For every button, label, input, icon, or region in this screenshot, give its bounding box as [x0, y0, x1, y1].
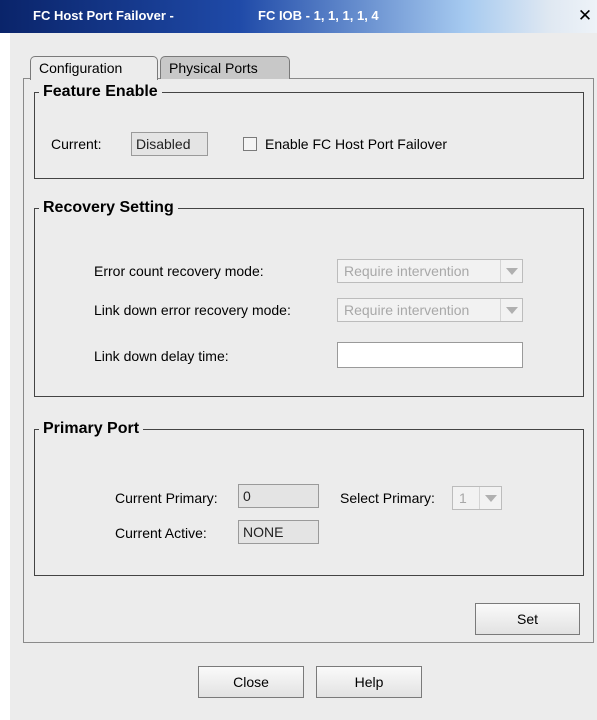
current-label: Current:: [51, 136, 102, 152]
enable-failover-checkbox[interactable]: [243, 137, 257, 151]
error-count-dropdown[interactable]: Require intervention: [337, 259, 523, 283]
current-active-label: Current Active:: [115, 525, 207, 541]
set-button[interactable]: Set: [475, 603, 580, 635]
link-down-mode-dropdown[interactable]: Require intervention: [337, 298, 523, 322]
chevron-down-icon[interactable]: [500, 299, 522, 321]
link-down-mode-label: Link down error recovery mode:: [94, 302, 291, 318]
recovery-setting-legend: Recovery Setting: [43, 199, 174, 216]
feature-enable-group: Feature Enable: [34, 83, 584, 179]
current-primary-label: Current Primary:: [115, 490, 218, 506]
current-active-value: NONE: [238, 520, 319, 544]
window-subtitle: FC IOB - 1, 1, 1, 1, 4: [258, 8, 379, 23]
chevron-down-icon[interactable]: [479, 487, 501, 509]
close-icon[interactable]: ✕: [576, 6, 594, 26]
chevron-down-icon[interactable]: [500, 260, 522, 282]
dialog-window: FC Host Port Failover - FC IOB - 1, 1, 1…: [0, 0, 597, 720]
current-primary-value: 0: [238, 484, 319, 508]
primary-port-legend: Primary Port: [43, 420, 140, 437]
select-primary-dropdown[interactable]: 1: [452, 486, 502, 510]
title-bar[interactable]: FC Host Port Failover - FC IOB - 1, 1, 1…: [0, 0, 597, 33]
window-title: FC Host Port Failover -: [33, 8, 174, 23]
tab-physical-ports[interactable]: Physical Ports: [160, 56, 290, 79]
link-down-mode-dropdown-value: Require intervention: [344, 302, 470, 318]
tab-configuration[interactable]: Configuration: [30, 56, 158, 80]
link-down-delay-input[interactable]: [337, 342, 523, 368]
tab-content-panel: Feature Enable Current: Disabled Enable …: [23, 78, 594, 643]
link-down-delay-label: Link down delay time:: [94, 348, 229, 364]
current-status-value: Disabled: [131, 132, 208, 156]
select-primary-label: Select Primary:: [340, 490, 435, 506]
help-button[interactable]: Help: [316, 666, 422, 698]
enable-failover-label[interactable]: Enable FC Host Port Failover: [265, 136, 447, 152]
error-count-label: Error count recovery mode:: [94, 263, 264, 279]
close-button[interactable]: Close: [198, 666, 304, 698]
error-count-dropdown-value: Require intervention: [344, 263, 470, 279]
feature-enable-legend: Feature Enable: [43, 83, 158, 100]
select-primary-dropdown-value: 1: [459, 490, 467, 506]
